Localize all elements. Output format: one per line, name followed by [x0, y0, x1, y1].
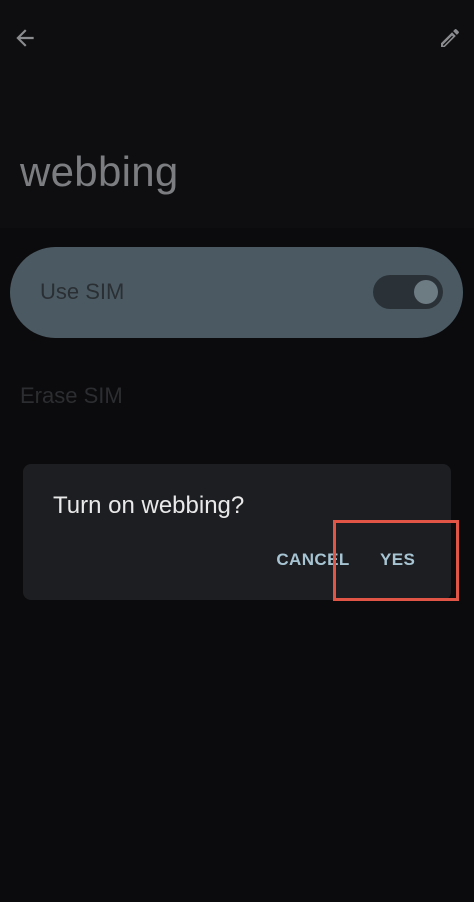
yes-button[interactable]: YES [380, 550, 415, 570]
dialog-title: Turn on webbing? [53, 492, 245, 519]
cancel-button[interactable]: CANCEL [273, 550, 353, 570]
screen: webbing Use SIM Erase SIM Turn on webbin… [0, 0, 474, 902]
dialog-scrim [0, 0, 474, 902]
confirm-dialog: Turn on webbing? CANCEL YES [23, 464, 451, 600]
